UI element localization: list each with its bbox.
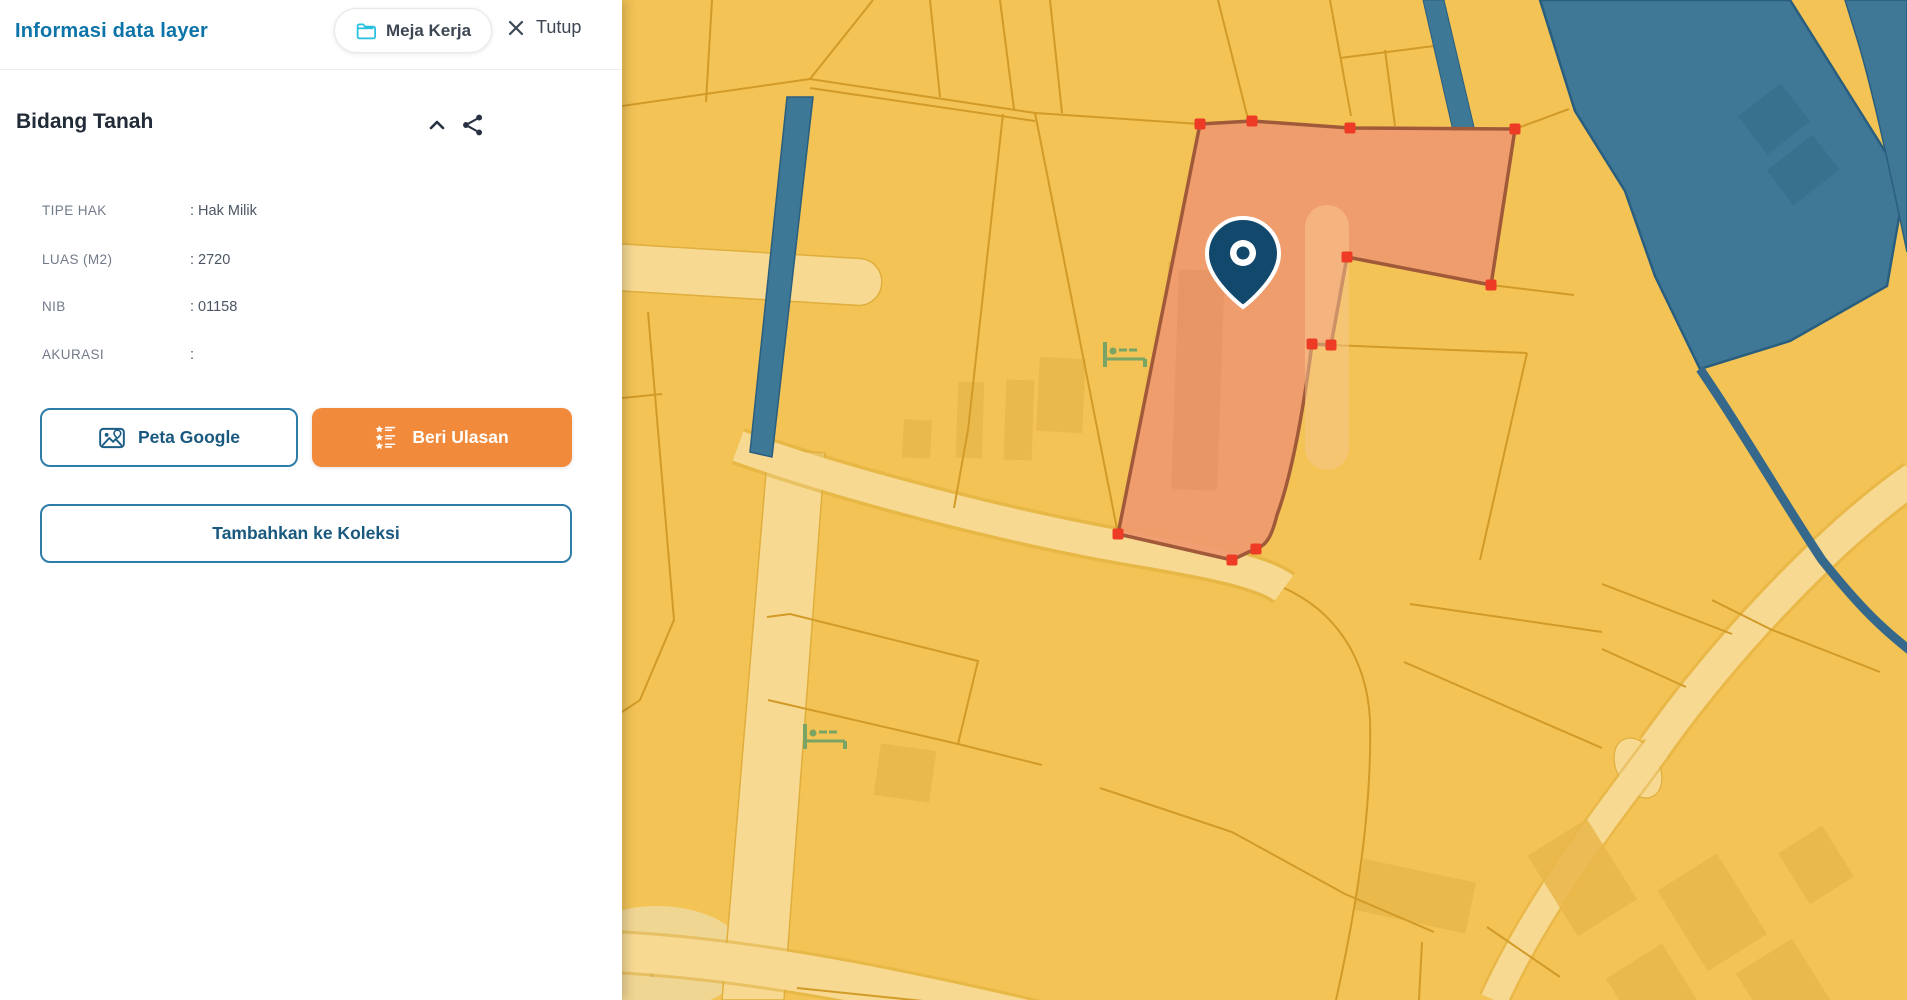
share-button[interactable] <box>458 112 488 138</box>
section-title: Bidang Tanah <box>16 110 153 134</box>
close-icon <box>506 18 526 38</box>
app-window: Informasi data layer Meja Kerja Tutup Bi… <box>0 0 1907 1000</box>
field-label: TIPE HAK <box>42 203 107 218</box>
parcel-inner-building <box>1171 269 1225 490</box>
map-area[interactable] <box>622 0 1907 1000</box>
tambahkan-koleksi-label: Tambahkan ke Koleksi <box>212 523 399 544</box>
beri-ulasan-button[interactable]: Beri Ulasan <box>312 408 572 467</box>
folder-icon <box>355 20 376 41</box>
close-panel-button[interactable]: Tutup <box>506 17 581 38</box>
beri-ulasan-label: Beri Ulasan <box>412 427 508 448</box>
map-canvas[interactable] <box>622 0 1907 1000</box>
panel-title: Informasi data layer <box>15 20 208 43</box>
field-row-tipe-hak: TIPE HAK : Hak Milik <box>0 203 622 227</box>
meja-kerja-button[interactable]: Meja Kerja <box>334 8 492 53</box>
share-icon <box>461 113 485 137</box>
meja-kerja-label: Meja Kerja <box>386 21 471 41</box>
field-row-luas: LUAS (M2) : 2720 <box>0 252 622 276</box>
close-label: Tutup <box>536 17 581 38</box>
peta-google-label: Peta Google <box>138 427 240 448</box>
field-row-nib: NIB : 01158 <box>0 299 622 323</box>
parcel-inner-drive <box>1305 205 1349 470</box>
peta-google-button[interactable]: Peta Google <box>40 408 298 467</box>
map-image-icon <box>98 424 126 452</box>
field-value: : <box>190 347 194 363</box>
panel-header: Informasi data layer Meja Kerja Tutup <box>0 0 622 70</box>
review-stars-icon <box>375 425 400 450</box>
field-row-akurasi: AKURASI : <box>0 347 622 371</box>
tambahkan-koleksi-button[interactable]: Tambahkan ke Koleksi <box>40 504 572 563</box>
field-label: NIB <box>42 299 66 314</box>
collapse-section-button[interactable] <box>422 112 452 138</box>
field-value: : 01158 <box>190 299 237 315</box>
field-value: : Hak Milik <box>190 203 257 219</box>
field-value: : 2720 <box>190 252 230 268</box>
field-label: LUAS (M2) <box>42 252 112 267</box>
field-label: AKURASI <box>42 347 104 362</box>
info-panel: Informasi data layer Meja Kerja Tutup Bi… <box>0 0 622 1000</box>
chevron-up-icon <box>425 113 449 137</box>
